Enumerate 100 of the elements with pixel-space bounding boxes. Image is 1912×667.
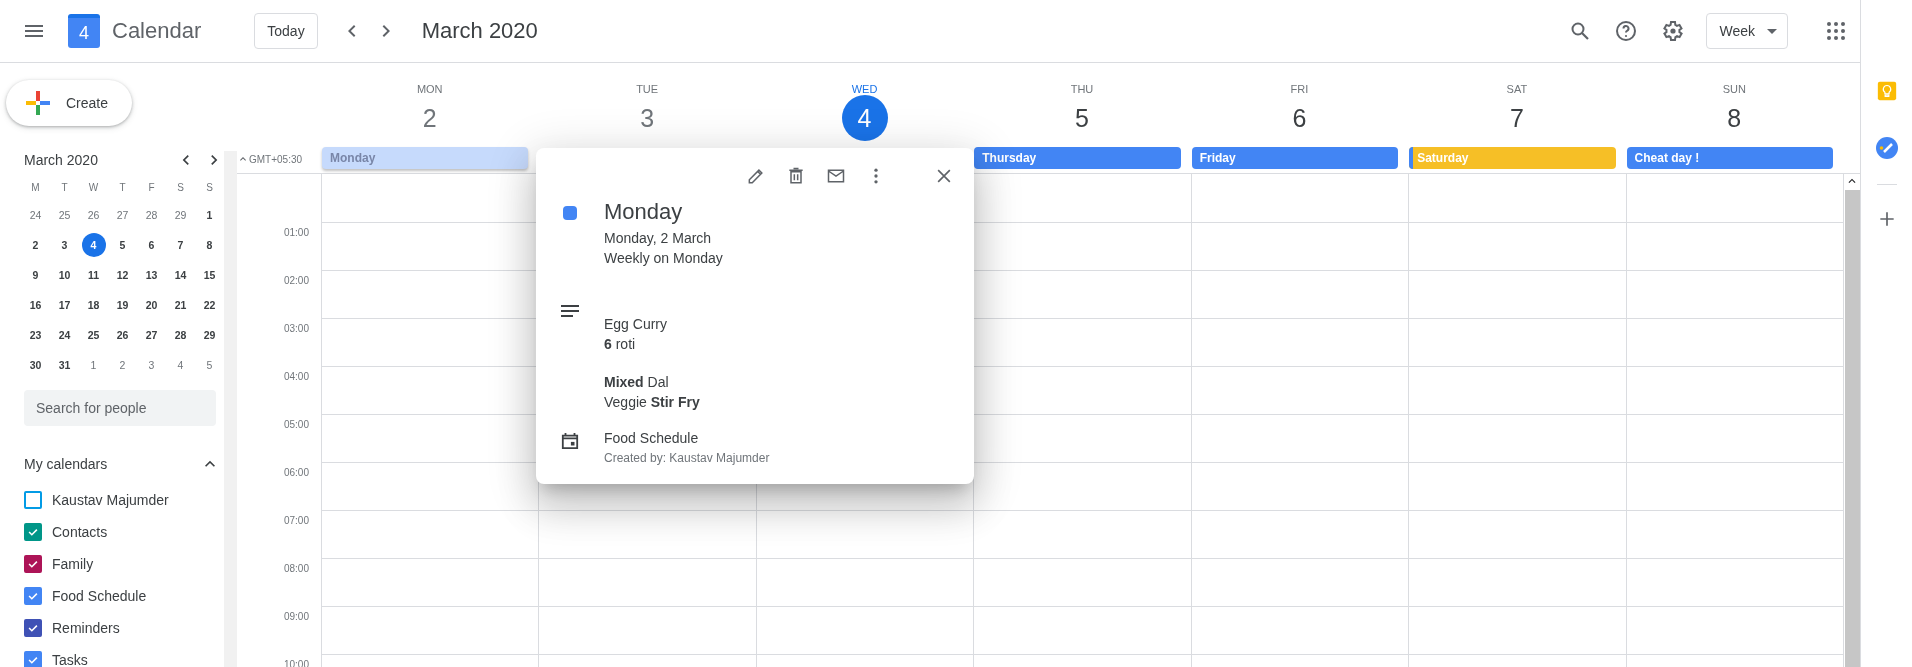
mini-calendar-day[interactable]: 12 [110,263,135,287]
mini-calendar-day[interactable]: 11 [81,263,106,287]
mini-calendar-day[interactable]: 27 [139,323,164,347]
mini-calendar-day[interactable]: 5 [110,233,135,257]
mini-calendar-day[interactable]: 25 [81,323,106,347]
weekday-label: W [87,180,100,195]
help-icon[interactable] [1614,19,1639,43]
mini-calendar-day[interactable]: 29 [168,203,193,227]
description-line: Egg Curry [604,315,669,334]
calendar-name: Kaustav Majumder [52,492,169,508]
mini-calendar-day[interactable]: 1 [197,203,222,227]
day-number[interactable]: 3 [624,95,671,141]
search-people-field[interactable]: Search for people [24,390,216,426]
mini-calendar-day[interactable]: 3 [52,233,77,257]
calendar-name: Tasks [52,652,88,667]
mini-calendar-day[interactable]: 26 [81,203,106,227]
create-button[interactable]: Create [6,80,132,126]
weekday-name: MON [416,83,443,95]
mini-calendar-day[interactable]: 24 [23,203,48,227]
description-line: 6 roti [604,335,637,354]
event-creator: Created by: Kaustav Majumder [604,451,770,465]
mini-calendar-day[interactable]: 15 [197,263,222,287]
calendar-checkbox[interactable] [24,619,42,637]
day-number[interactable]: 6 [1276,95,1323,141]
hour-label: 02:00 [283,275,309,286]
app-title: Calendar [112,18,202,44]
mini-calendar-day[interactable]: 4 [81,233,106,257]
today-button[interactable]: Today [254,13,318,49]
day-number[interactable]: 8 [1711,95,1758,141]
mini-calendar-day[interactable]: 1 [81,353,106,377]
mini-calendar-day[interactable]: 6 [139,233,164,257]
calendar-name: Food Schedule [52,588,147,604]
timezone-label: GMT+05:30 [249,153,303,165]
calendar-checkbox[interactable] [24,491,42,509]
mini-calendar-day[interactable]: 3 [139,353,164,377]
mini-calendar-day[interactable]: 26 [110,323,135,347]
all-day-event[interactable]: Cheat day ! [1626,147,1833,169]
settings-icon[interactable] [1660,19,1685,43]
delete-trash-icon[interactable] [786,166,806,186]
mini-calendar-day[interactable]: 17 [52,293,77,317]
hour-label: 05:00 [283,419,309,430]
sidebar-scrollbar[interactable] [224,151,237,667]
mini-calendar-day[interactable]: 28 [139,203,164,227]
view-dropdown[interactable]: Week [1706,13,1788,49]
calendar-checkbox[interactable] [24,587,42,605]
mini-calendar-day[interactable]: 14 [168,263,193,287]
hour-label: 04:00 [283,371,309,382]
calendar-name: Contacts [52,524,108,540]
all-day-event[interactable]: Friday [1191,147,1399,169]
hour-label: 08:00 [283,563,309,574]
weekday-label: S [176,180,185,195]
mini-calendar-day[interactable]: 30 [23,353,48,377]
weekday-label: T [118,180,127,195]
mini-calendar-day[interactable]: 31 [52,353,77,377]
mini-calendar-day[interactable]: 2 [110,353,135,377]
day-number[interactable]: 7 [1493,95,1540,141]
mini-calendar-day[interactable]: 23 [23,323,48,347]
mini-calendar-day[interactable]: 22 [197,293,222,317]
mini-calendar-day[interactable]: 5 [197,353,222,377]
email-envelope-icon[interactable] [826,166,846,186]
hour-label: 01:00 [283,227,309,238]
weekday-label: M [30,180,41,195]
weekday-label: F [147,180,156,195]
hour-label: 09:00 [283,611,309,622]
mini-calendar-day[interactable]: 18 [81,293,106,317]
mini-calendar-day[interactable]: 7 [168,233,193,257]
calendar-icon [561,432,579,450]
day-number[interactable]: 4 [841,95,888,141]
day-number[interactable]: 2 [406,95,453,141]
mini-calendar-day[interactable]: 20 [139,293,164,317]
mini-calendar-day[interactable]: 10 [52,263,77,287]
mini-calendar-day[interactable]: 16 [23,293,48,317]
all-day-event[interactable]: Thursday [974,147,1181,169]
check-circle-icon[interactable] [1874,136,1899,160]
mini-calendar-day[interactable]: 4 [168,353,193,377]
weekday-name: THU [1070,83,1094,95]
mini-calendar-day[interactable]: 9 [23,263,48,287]
calendar-checkbox[interactable] [24,555,42,573]
event-title: Monday [604,198,684,226]
mini-calendar-day[interactable]: 29 [197,323,222,347]
day-number[interactable]: 5 [1059,95,1105,141]
apps-grid-icon[interactable] [1824,19,1848,43]
section-title: My calendars [24,456,108,472]
mini-calendar-day[interactable]: 13 [139,263,164,287]
mini-calendar-day[interactable]: 2 [23,233,48,257]
mini-calendar-day[interactable]: 28 [168,323,193,347]
calendar-logo: 4 [68,14,100,48]
calendar-checkbox[interactable] [24,651,42,667]
mini-calendar-day[interactable]: 8 [197,233,222,257]
hour-label: 03:00 [283,323,309,334]
mini-calendar-day[interactable]: 24 [52,323,77,347]
mini-calendar-day[interactable]: 21 [168,293,193,317]
description-lines-icon [560,304,580,318]
mini-calendar-day[interactable]: 27 [110,203,135,227]
weekday-name: WED [851,83,878,95]
calendar-checkbox[interactable] [24,523,42,541]
weekday-name: SAT [1506,83,1528,95]
mini-calendar-day[interactable]: 19 [110,293,135,317]
scrollbar-thumb[interactable] [1844,190,1860,667]
mini-calendar-day[interactable]: 25 [52,203,77,227]
